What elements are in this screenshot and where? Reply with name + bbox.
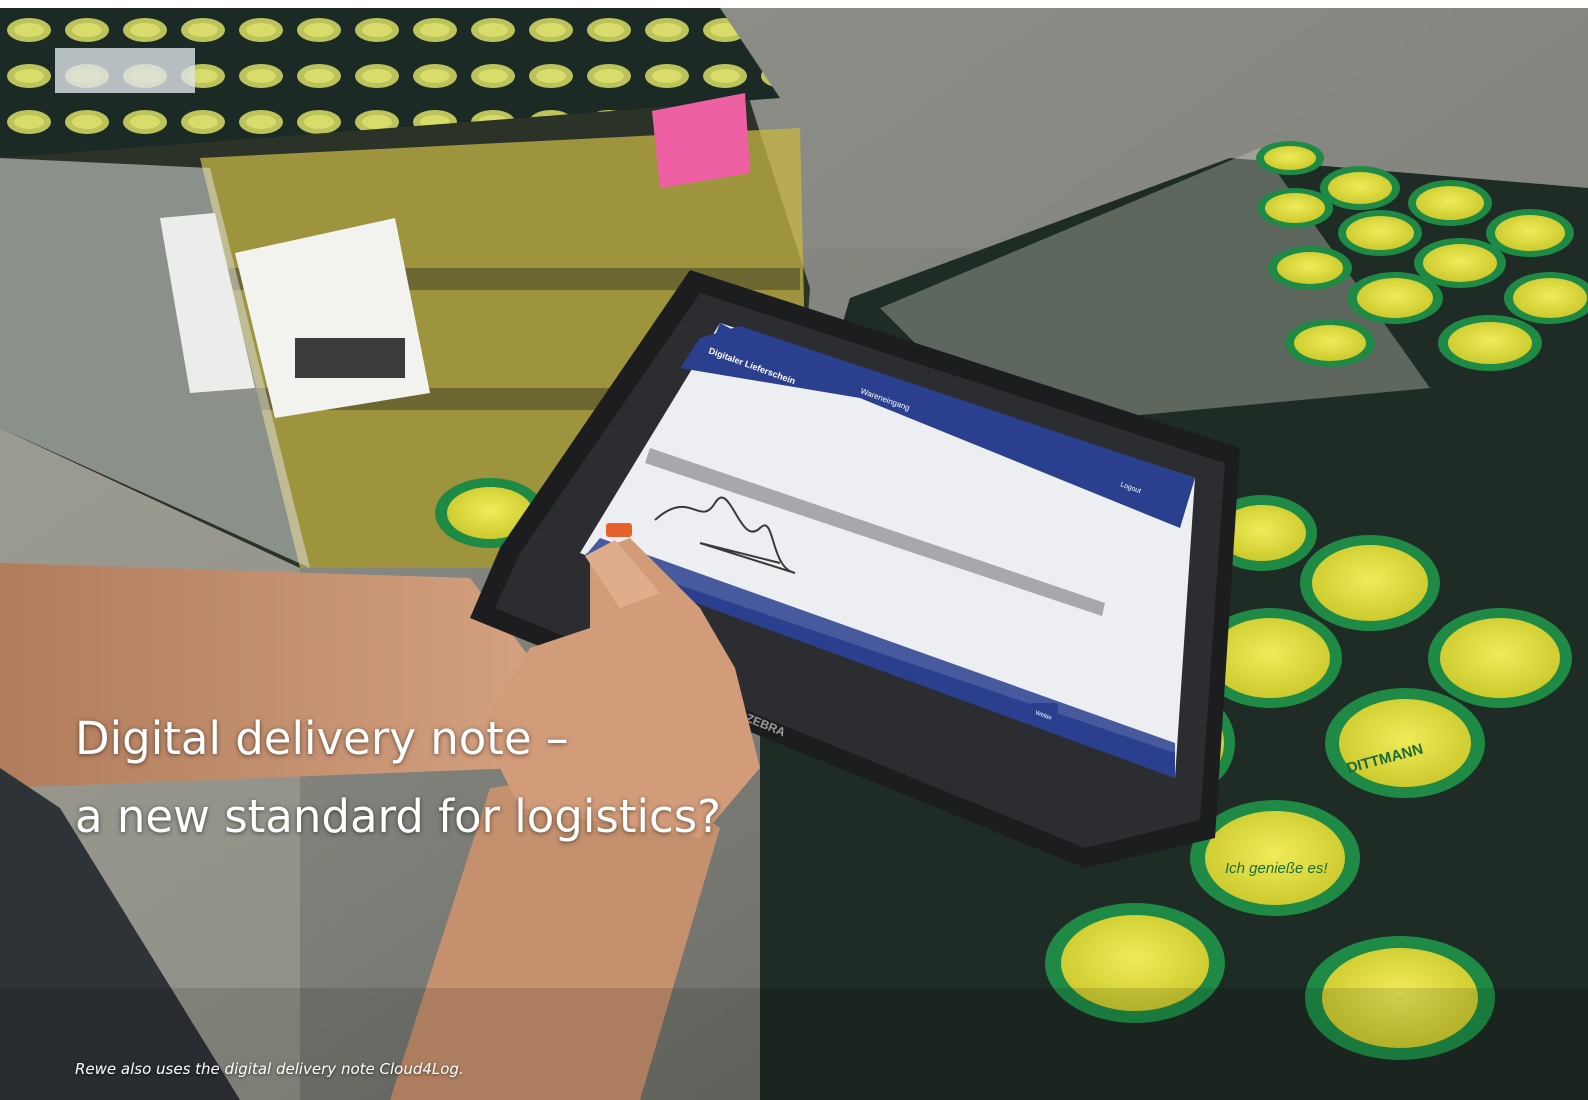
headline-line-2: a new standard for logistics? [75, 790, 722, 843]
photo: DITTMANN Ich genieße es! Digitaler Liefe… [0, 8, 1588, 1100]
headline-line-1: Digital delivery note – [75, 712, 569, 765]
photo-caption: Rewe also uses the digital delivery note… [75, 1060, 464, 1078]
headline: Digital delivery note – a new standard f… [75, 700, 721, 856]
lid-slogan-text: Ich genieße es! [1225, 860, 1328, 877]
